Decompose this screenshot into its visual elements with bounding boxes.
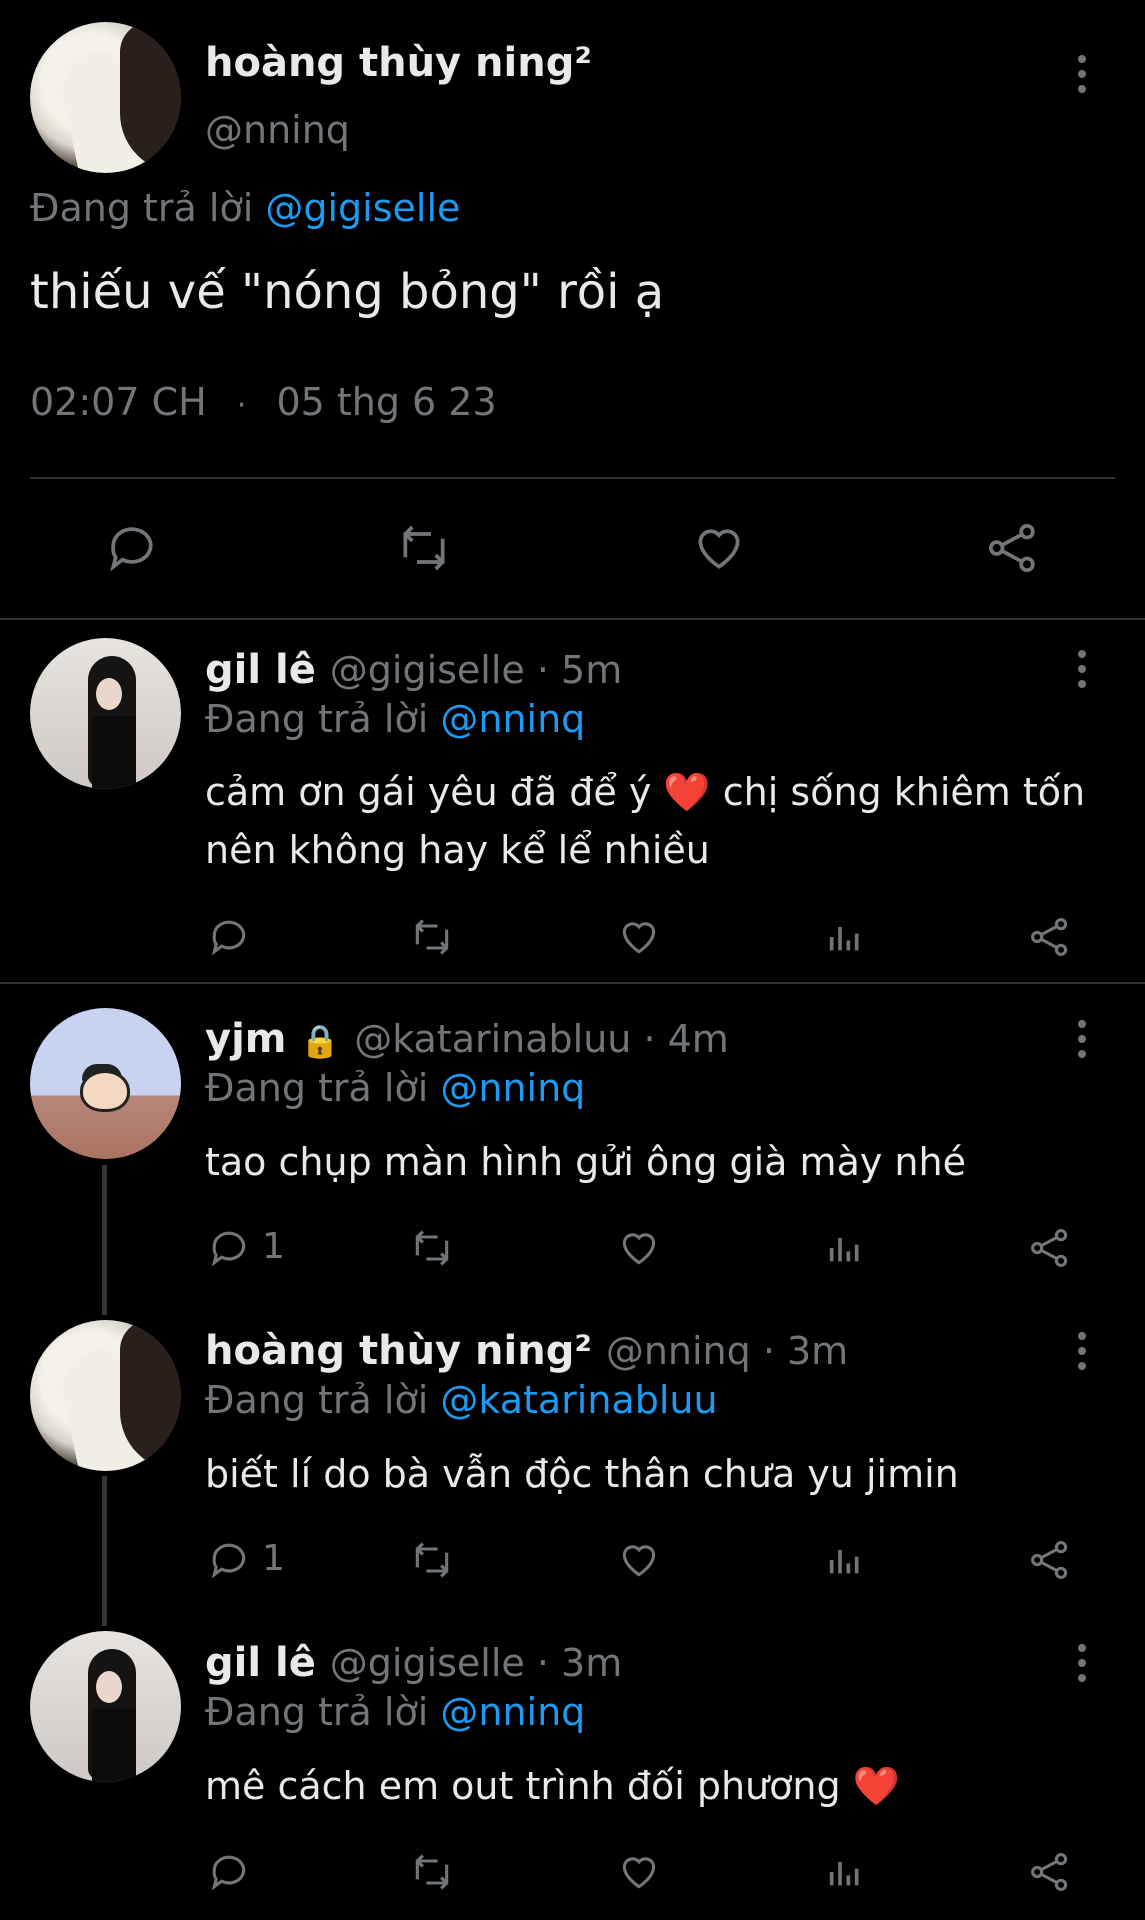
views-icon[interactable]: [825, 1538, 865, 1582]
share-icon[interactable]: [1028, 1538, 1072, 1582]
replying-to-link[interactable]: @gigiselle: [265, 186, 460, 230]
tweet-date: 05 thg 6 23: [276, 380, 497, 424]
reply-author-row: gil lê @gigiselle · 3m: [205, 1640, 622, 1686]
reply-handle-time: @gigiselle · 3m: [329, 1641, 623, 1685]
reply-text-line1: biết lí do bà vẫn độc thân chưa yu jimin: [205, 1452, 959, 1496]
reply-author-name[interactable]: yjm: [205, 1016, 286, 1062]
like-icon[interactable]: [616, 915, 662, 959]
reply-count: 1: [262, 1538, 285, 1579]
like-icon[interactable]: [616, 1850, 662, 1894]
reply-author-row: yjm 🔒 @katarinabluu · 4m: [205, 1016, 729, 1062]
share-icon[interactable]: [985, 520, 1041, 576]
lock-icon: 🔒: [300, 1022, 341, 1060]
reply-icon[interactable]: [207, 1850, 251, 1894]
reply-text-line1: tao chụp màn hình gửi ông già mày nhé: [205, 1140, 966, 1184]
avatar-ning[interactable]: [30, 1320, 181, 1471]
more-icon[interactable]: [1078, 1332, 1088, 1377]
retweet-icon[interactable]: [407, 915, 457, 959]
replying-to-link[interactable]: @katarinabluu: [440, 1378, 717, 1422]
share-icon[interactable]: [1028, 915, 1072, 959]
like-icon[interactable]: [690, 520, 748, 576]
like-icon[interactable]: [616, 1538, 662, 1582]
avatar-yjm[interactable]: [30, 1008, 181, 1159]
retweet-icon[interactable]: [407, 1538, 457, 1582]
replying-prefix: Đang trả lời: [30, 186, 254, 230]
avatar-gil[interactable]: [30, 638, 181, 789]
main-author-handle[interactable]: @nninq: [205, 108, 350, 152]
reply-author-name[interactable]: gil lê: [205, 1640, 316, 1686]
reply-author-name[interactable]: gil lê: [205, 647, 316, 693]
divider: [30, 477, 1115, 479]
share-icon[interactable]: [1028, 1850, 1072, 1894]
main-tweet-text: thiếu vế "nóng bỏng" rồi ạ: [30, 264, 665, 320]
reply-handle-time: @katarinabluu · 4m: [354, 1017, 729, 1061]
reply-text-line2: nên không hay kể lể nhiều: [205, 828, 710, 872]
retweet-icon[interactable]: [407, 1850, 457, 1894]
main-replying-line: Đang trả lời @gigiselle: [30, 186, 460, 230]
replying-prefix: Đang trả lời: [205, 697, 429, 741]
views-icon[interactable]: [825, 1226, 865, 1270]
reply-handle-time: @nninq · 3m: [605, 1329, 849, 1373]
reply-icon[interactable]: [104, 520, 160, 576]
retweet-icon[interactable]: [393, 520, 455, 576]
retweet-icon[interactable]: [407, 1226, 457, 1270]
main-author-name[interactable]: hoàng thùy ning²: [205, 40, 592, 86]
views-icon[interactable]: [825, 1850, 865, 1894]
main-timestamp: 02:07 CH · 05 thg 6 23: [30, 380, 497, 424]
replying-prefix: Đang trả lời: [205, 1690, 429, 1734]
more-icon[interactable]: [1078, 650, 1088, 695]
like-icon[interactable]: [616, 1226, 662, 1270]
reply-author-row: gil lê @gigiselle · 5m: [205, 647, 622, 693]
reply-icon[interactable]: [207, 1226, 251, 1270]
divider: [0, 618, 1145, 620]
reply-author-name[interactable]: hoàng thùy ning²: [205, 1328, 592, 1374]
reply-author-row: hoàng thùy ning² @nninq · 3m: [205, 1328, 848, 1374]
more-icon[interactable]: [1078, 1644, 1088, 1689]
reply-text-line1: mê cách em out trình đối phương ❤️: [205, 1764, 900, 1808]
replying-to-link[interactable]: @nninq: [440, 1690, 585, 1734]
replying-prefix: Đang trả lời: [205, 1378, 429, 1422]
thread-line: [102, 1165, 107, 1315]
replying-to-link[interactable]: @nninq: [440, 697, 585, 741]
reply-replying-line: Đang trả lời @katarinabluu: [205, 1378, 718, 1422]
reply-icon[interactable]: [207, 915, 251, 959]
share-icon[interactable]: [1028, 1226, 1072, 1270]
reply-icon[interactable]: [207, 1538, 251, 1582]
thread-line: [102, 1476, 107, 1626]
time-separator: ·: [236, 388, 247, 423]
views-icon[interactable]: [825, 915, 865, 959]
reply-replying-line: Đang trả lời @nninq: [205, 697, 585, 741]
avatar-main[interactable]: [30, 22, 181, 173]
more-icon[interactable]: [1078, 1020, 1088, 1065]
more-icon[interactable]: [1078, 55, 1088, 100]
reply-text-line1: cảm ơn gái yêu đã để ý ❤️ chị sống khiêm…: [205, 770, 1086, 814]
tweet-time: 02:07 CH: [30, 380, 207, 424]
reply-replying-line: Đang trả lời @nninq: [205, 1690, 585, 1734]
reply-handle-time: @gigiselle · 5m: [329, 648, 623, 692]
reply-count: 1: [262, 1226, 285, 1267]
avatar-gil[interactable]: [30, 1631, 181, 1782]
replying-prefix: Đang trả lời: [205, 1066, 429, 1110]
replying-to-link[interactable]: @nninq: [440, 1066, 585, 1110]
reply-replying-line: Đang trả lời @nninq: [205, 1066, 585, 1110]
divider: [0, 982, 1145, 984]
